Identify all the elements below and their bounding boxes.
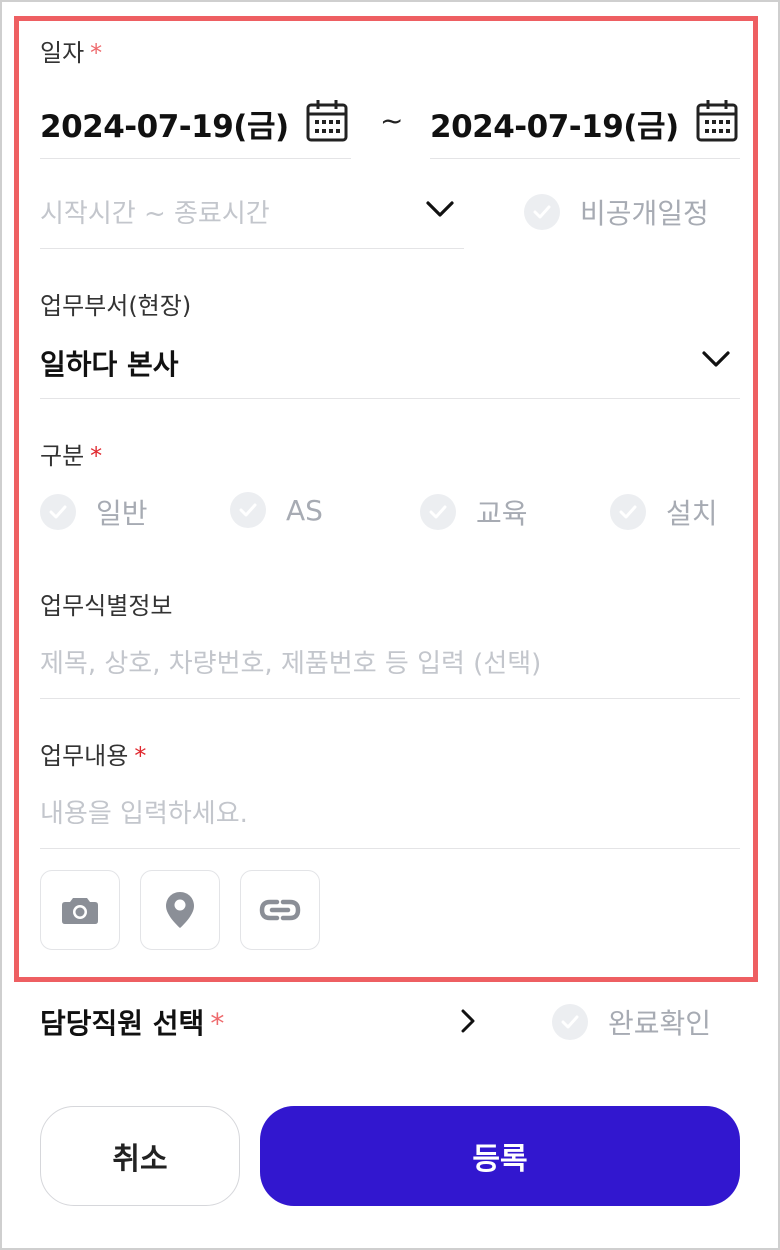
form-highlight-box [14, 16, 758, 982]
assignee-select[interactable]: 담당직원 선택 * [40, 1002, 224, 1042]
complete-confirm-label: 완료확인 [608, 1007, 712, 1040]
complete-confirm-checkbox[interactable]: 완료확인 [552, 1002, 711, 1042]
register-button[interactable]: 등록 [260, 1106, 740, 1206]
cancel-button[interactable]: 취소 [40, 1106, 240, 1206]
check-icon [552, 1004, 588, 1040]
chevron-right-icon[interactable] [460, 1008, 476, 1034]
